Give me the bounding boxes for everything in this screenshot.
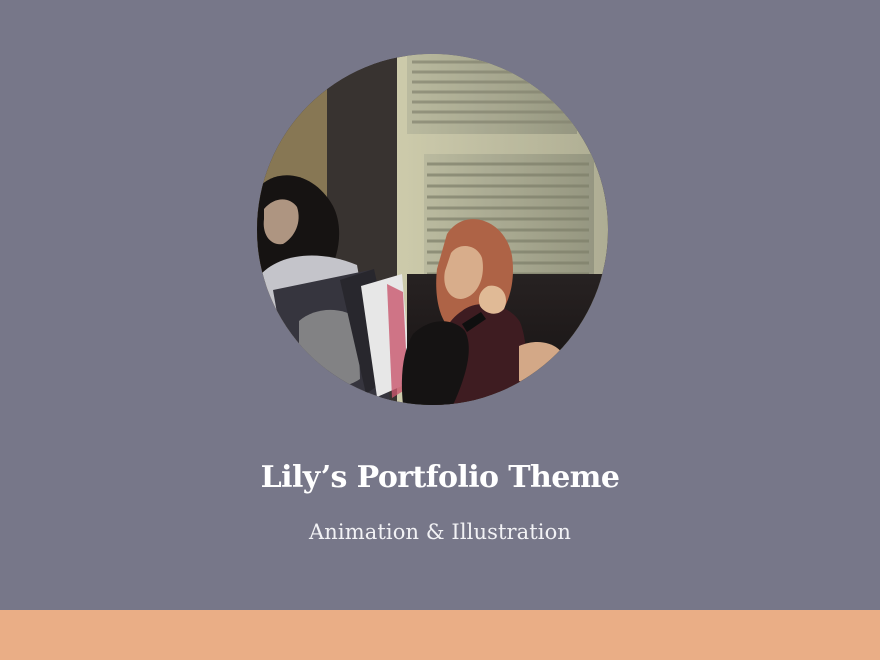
site-subtitle: Animation & Illustration xyxy=(309,520,571,544)
site-title: Lily’s Portfolio Theme xyxy=(260,460,620,495)
hero-section: Lily’s Portfolio Theme Animation & Illus… xyxy=(0,0,880,610)
profile-photo-avatar xyxy=(257,54,608,405)
accent-bar xyxy=(0,610,880,660)
profile-photo-icon xyxy=(257,54,608,405)
